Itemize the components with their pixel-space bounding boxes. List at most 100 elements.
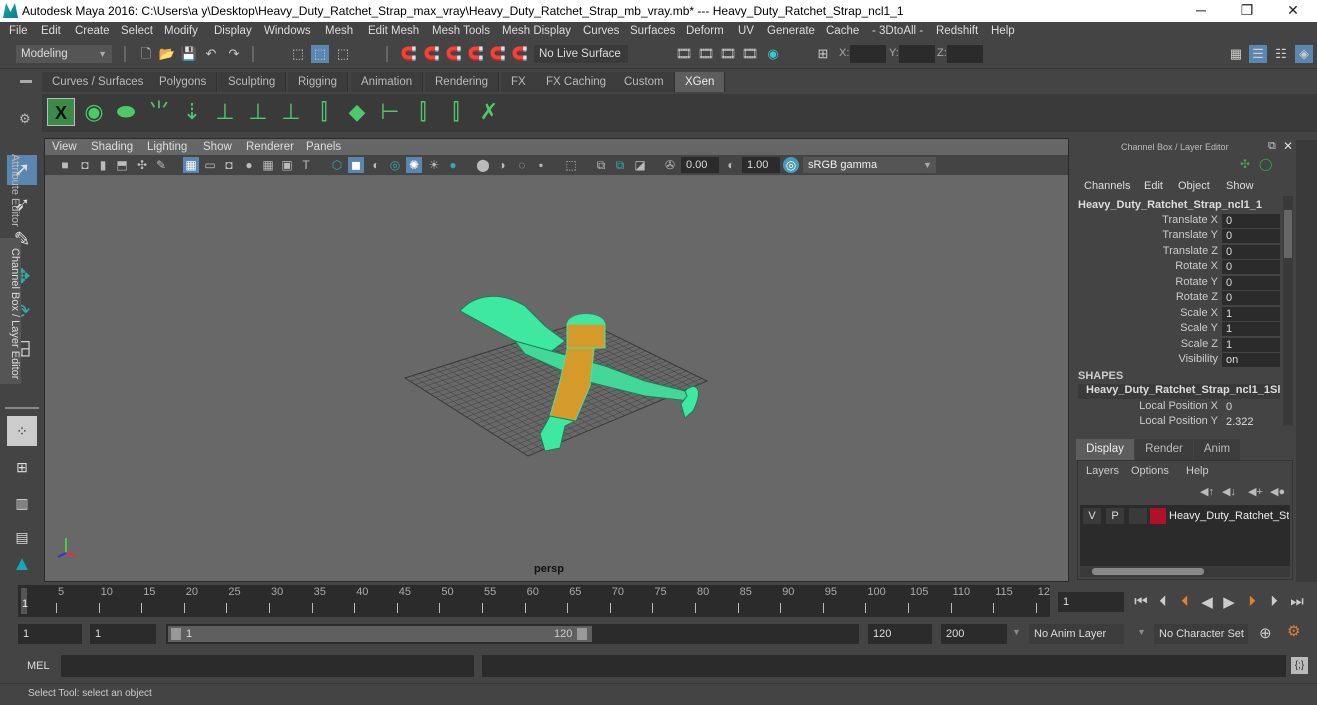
- shelf-tab-polygons[interactable]: Polygons: [149, 72, 218, 92]
- image-plane-icon[interactable]: ⬒: [114, 157, 130, 173]
- screen-space-ao-icon[interactable]: ●: [445, 157, 461, 173]
- range-end-handle[interactable]: [577, 628, 587, 640]
- layer-display-type-toggle[interactable]: [1129, 508, 1147, 524]
- undo-icon[interactable]: ↶: [202, 45, 220, 63]
- channel-value[interactable]: 2.322: [1222, 415, 1280, 429]
- float-panel-icon[interactable]: ⧉: [1268, 140, 1276, 153]
- xray-components-icon[interactable]: ⧉: [612, 157, 628, 173]
- y-input[interactable]: [899, 45, 935, 63]
- channel-value[interactable]: 1: [1222, 322, 1280, 336]
- ipr-render-icon[interactable]: 🎞: [719, 45, 737, 63]
- redo-icon[interactable]: ↷: [225, 45, 243, 63]
- persp-outliner-layout-icon[interactable]: ▥: [7, 488, 37, 518]
- range-slider[interactable]: [168, 626, 592, 642]
- menu-mesh-display[interactable]: Mesh Display: [502, 25, 571, 37]
- chevron-down-icon[interactable]: ▼: [920, 157, 936, 173]
- texture-resolution-icon[interactable]: ◪: [632, 157, 648, 173]
- channel-row[interactable]: Scale Y 1: [1076, 322, 1286, 337]
- xgen-select-guide-icon[interactable]: ⊥: [244, 98, 272, 126]
- xgen-add-guide-icon[interactable]: ⊥: [211, 98, 239, 126]
- mode-dropdown[interactable]: Modeling ▼: [16, 45, 112, 63]
- wireframe-on-shaded-icon[interactable]: ◐: [368, 157, 384, 173]
- shadows-icon[interactable]: ☀: [426, 157, 442, 173]
- channel-value[interactable]: 0: [1222, 229, 1280, 243]
- xgen-delete-guide-icon[interactable]: ✗: [475, 98, 503, 126]
- channel-value[interactable]: 1: [1222, 338, 1280, 352]
- layer-menu-options[interactable]: Options: [1131, 465, 1169, 477]
- range-start-handle[interactable]: [171, 628, 181, 640]
- layer-menu-help[interactable]: Help: [1186, 465, 1209, 477]
- grease-pencil-icon[interactable]: ✎: [153, 157, 169, 173]
- shelf-tab-fx-caching[interactable]: FX Caching: [536, 72, 618, 92]
- select-by-object-icon[interactable]: ⬚: [311, 45, 329, 63]
- channel-row[interactable]: Scale X 1: [1076, 307, 1286, 322]
- channel-box-toggle-icon[interactable]: ☰: [1249, 45, 1267, 63]
- four-view-layout-icon[interactable]: ⊞: [7, 452, 37, 482]
- motion-blur-icon[interactable]: ⬤: [475, 157, 491, 173]
- layer-tab-anim[interactable]: Anim: [1194, 439, 1240, 460]
- channel-value[interactable]: 0: [1222, 291, 1280, 305]
- safe-action-icon[interactable]: ▣: [279, 157, 295, 173]
- layer-menu-layers[interactable]: Layers: [1086, 465, 1119, 477]
- transform-constraint-icon[interactable]: ⊞: [814, 45, 832, 63]
- film-gate-icon[interactable]: ▭: [202, 157, 218, 173]
- gate-mask-icon[interactable]: ●: [241, 157, 257, 173]
- cb-menu-show[interactable]: Show: [1226, 180, 1254, 192]
- make-live-icon[interactable]: 🧲: [511, 45, 529, 63]
- channel-row[interactable]: Rotate Y 0: [1076, 276, 1286, 291]
- play-forwards-icon[interactable]: ▶: [1220, 593, 1238, 611]
- isolate-select-icon[interactable]: ▪: [533, 157, 549, 173]
- command-language-label[interactable]: MEL: [27, 660, 50, 672]
- viewport-menu-renderer[interactable]: Renderer: [246, 141, 294, 153]
- channel-row[interactable]: Scale Z 1: [1076, 338, 1286, 353]
- channel-value[interactable]: 1: [1222, 307, 1280, 321]
- menu-modify[interactable]: Modify: [164, 25, 198, 37]
- channel-box-tab[interactable]: Channel Box / Layer Editor: [0, 238, 21, 384]
- xgen-preview-icon[interactable]: ◉: [80, 98, 108, 126]
- channel-value[interactable]: 0: [1222, 400, 1280, 414]
- depth-of-field-icon[interactable]: ◌: [514, 157, 530, 173]
- wireframe-icon[interactable]: ⬡: [329, 157, 345, 173]
- shelf-tab-rigging[interactable]: Rigging: [288, 72, 348, 92]
- anim-layer-dropdown[interactable]: No Anim Layer: [1029, 624, 1124, 644]
- select-by-component-icon[interactable]: ⬚: [334, 45, 352, 63]
- snap-curve-icon[interactable]: 🧲: [423, 45, 441, 63]
- xgen-guide-shape-icon[interactable]: ⫿: [310, 98, 338, 126]
- xgen-guide-length-icon[interactable]: ⊢: [376, 98, 404, 126]
- layer-tab-render[interactable]: Render: [1135, 439, 1193, 460]
- manipulator-icon[interactable]: ◯: [1259, 157, 1272, 171]
- resolution-gate-icon[interactable]: ◘: [221, 157, 237, 173]
- start-time-input[interactable]: 1: [18, 624, 82, 644]
- viewport-menu-panels[interactable]: Panels: [306, 141, 341, 153]
- camera-icon[interactable]: ■: [57, 157, 73, 173]
- move-layer-down-icon[interactable]: ◀↓: [1222, 485, 1236, 498]
- minimize-button[interactable]: ─: [1178, 0, 1224, 22]
- menu-uv[interactable]: UV: [738, 25, 754, 37]
- xray-joints-icon[interactable]: ⧉: [593, 157, 609, 173]
- playback-end-input[interactable]: 120: [868, 624, 932, 644]
- snap-grid-icon[interactable]: 🧲: [400, 45, 418, 63]
- cb-menu-channels[interactable]: Channels: [1084, 180, 1130, 192]
- layer-visibility-toggle[interactable]: V: [1083, 508, 1101, 524]
- step-forward-frame-icon[interactable]: ⏵: [1243, 593, 1261, 610]
- menu-cache[interactable]: Cache: [826, 25, 859, 37]
- close-panel-icon[interactable]: ✕: [1283, 139, 1293, 153]
- menu-surfaces[interactable]: Surfaces: [630, 25, 675, 37]
- xgen-create-description-icon[interactable]: ⺌: [145, 98, 173, 126]
- field-chart-icon[interactable]: ▦: [260, 157, 276, 173]
- shelf-settings-gear-icon[interactable]: ⚙: [19, 111, 31, 127]
- shape-name[interactable]: Heavy_Duty_Ratchet_Strap_ncl1_1Sh...: [1078, 384, 1280, 399]
- shelf-tab-xgen[interactable]: XGen: [675, 72, 726, 92]
- render-view-icon[interactable]: 🎞: [675, 45, 693, 63]
- color-management-icon[interactable]: ◎: [783, 157, 799, 173]
- multisample-aa-icon[interactable]: ◑: [494, 157, 510, 173]
- live-surface-field[interactable]: No Live Surface: [534, 45, 628, 63]
- animation-preferences-icon[interactable]: ⚙: [1287, 622, 1300, 640]
- menu-help[interactable]: Help: [991, 25, 1015, 37]
- menu-edit[interactable]: Edit: [41, 25, 61, 37]
- menu-3dtoall[interactable]: - 3DtoAll -: [872, 25, 923, 37]
- camera-attributes-icon[interactable]: ◘: [77, 157, 93, 173]
- xgen-patches-icon[interactable]: ◆: [343, 98, 371, 126]
- go-to-end-icon[interactable]: ⏭: [1288, 593, 1306, 610]
- viewport-menu-view[interactable]: View: [52, 141, 77, 153]
